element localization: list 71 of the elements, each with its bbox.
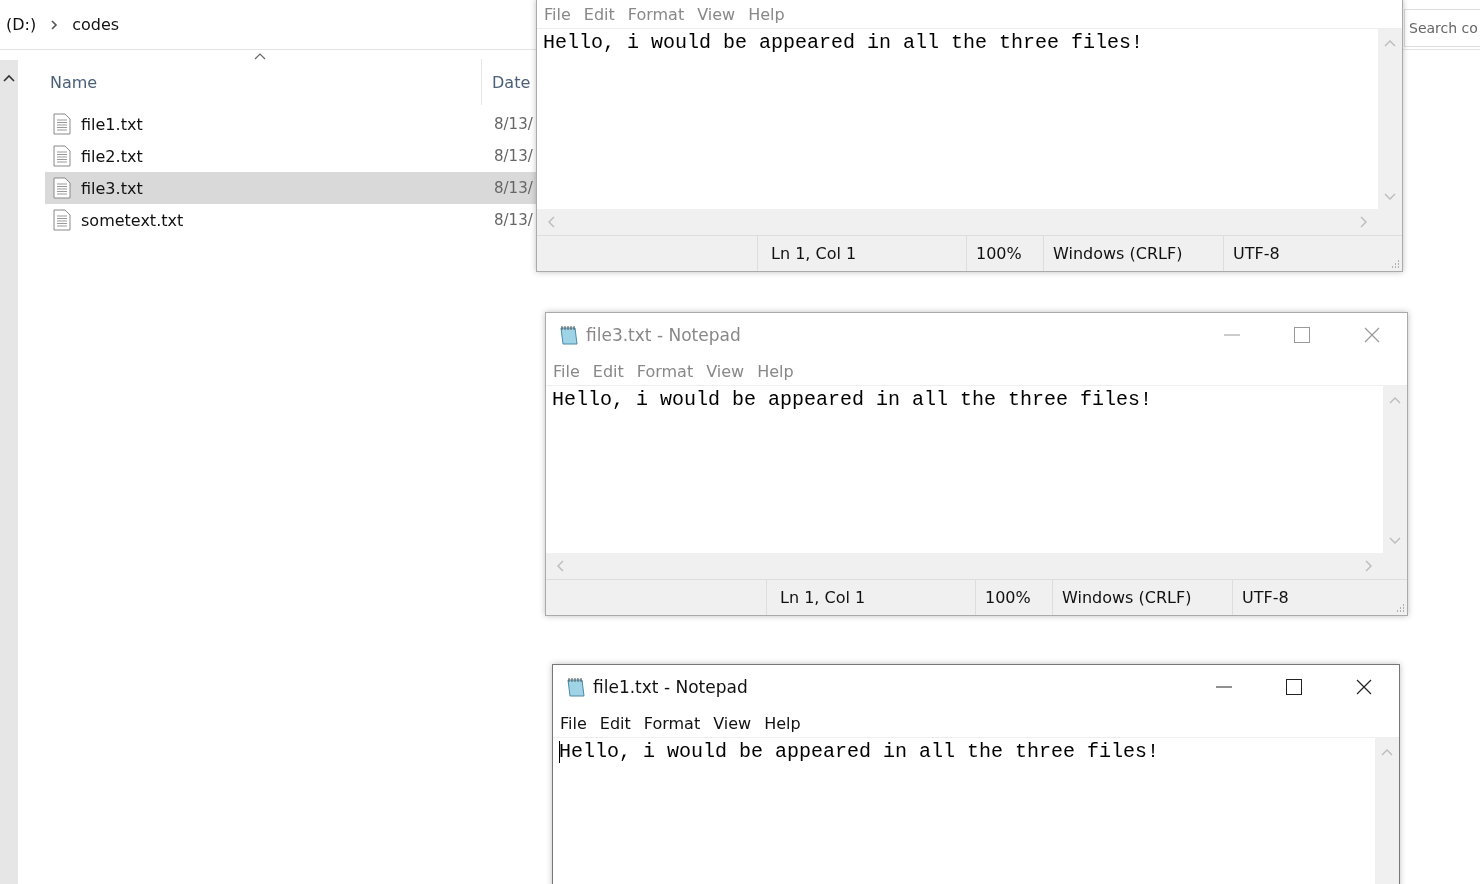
menu-item[interactable]: File: [560, 713, 587, 733]
file-date: 8/13/: [493, 211, 533, 229]
chevron-up-icon: [1384, 39, 1396, 47]
text-file-icon: [53, 209, 71, 231]
file-date: 8/13/: [493, 115, 533, 133]
resize-grip-icon: [1395, 603, 1405, 613]
notepad-icon: [558, 324, 580, 346]
menu-item[interactable]: Help: [764, 713, 801, 733]
file-date: 8/13/: [493, 147, 533, 165]
chevron-right-icon: [1365, 560, 1373, 572]
menu-item[interactable]: Edit: [583, 4, 615, 24]
menu-item[interactable]: Help: [748, 4, 785, 24]
breadcrumb-item[interactable]: codes: [72, 15, 120, 34]
scrollbar[interactable]: [1378, 29, 1402, 209]
cursor-position: Ln 1, Col 1: [771, 244, 857, 263]
file-date: 8/13/: [493, 179, 533, 197]
file-row[interactable]: sometext.txt 8/13/: [45, 204, 540, 236]
line-ending: Windows (CRLF): [1053, 244, 1183, 263]
chevron-up-icon: [3, 74, 15, 82]
scrollbar[interactable]: [1375, 738, 1399, 884]
menu-item[interactable]: Edit: [592, 361, 624, 381]
encoding: UTF-8: [1242, 588, 1289, 607]
menu-item[interactable]: View: [706, 361, 745, 381]
column-header[interactable]: Name: [45, 72, 98, 92]
sort-caret-icon: [254, 53, 266, 60]
notepad-icon: [565, 676, 587, 698]
chevron-up-icon: [1381, 748, 1393, 756]
file-name: file3.txt: [81, 178, 143, 198]
chevron-left-icon: [556, 560, 564, 572]
chevron-down-icon: [1384, 193, 1396, 201]
menu-item[interactable]: Format: [636, 361, 694, 381]
text-file-icon: [53, 145, 71, 167]
line-ending: Windows (CRLF): [1062, 588, 1192, 607]
cursor-position: Ln 1, Col 1: [780, 588, 866, 607]
menu-item[interactable]: Help: [757, 361, 794, 381]
menu-item[interactable]: File: [553, 361, 580, 381]
window-title: file3.txt - Notepad: [586, 325, 741, 345]
close-icon: [1364, 327, 1380, 343]
close-icon: [1356, 679, 1372, 695]
menu-item[interactable]: View: [697, 4, 736, 24]
zoom-level: 100%: [976, 244, 1022, 263]
menu-item[interactable]: View: [713, 713, 752, 733]
chevron-left-icon: [547, 216, 555, 228]
minimize-icon: [1224, 334, 1240, 336]
chevron-right-icon: [1360, 216, 1368, 228]
file-name: file2.txt: [81, 146, 143, 166]
menu-item[interactable]: Format: [627, 4, 685, 24]
text-file-icon: [53, 113, 71, 135]
maximize-icon: [1294, 327, 1310, 343]
scrollbar[interactable]: [0, 60, 18, 884]
file-name: file1.txt: [81, 114, 143, 134]
chevron-down-icon: [1389, 537, 1401, 545]
text-file-icon: [53, 177, 71, 199]
file-row[interactable]: file2.txt 8/13/: [45, 140, 540, 172]
menu-item[interactable]: Format: [643, 713, 701, 733]
scrollbar[interactable]: [1383, 386, 1407, 553]
minimize-icon: [1216, 686, 1232, 688]
resize-grip-icon: [1390, 259, 1400, 269]
file-row[interactable]: file1.txt 8/13/: [45, 108, 540, 140]
window-title: file1.txt - Notepad: [593, 677, 748, 697]
maximize-icon: [1286, 679, 1302, 695]
menu-item[interactable]: File: [544, 4, 571, 24]
breadcrumb-item[interactable]: (D:): [6, 15, 37, 34]
column-header[interactable]: Date: [482, 72, 531, 92]
encoding: UTF-8: [1233, 244, 1280, 263]
menu-item[interactable]: Edit: [599, 713, 631, 733]
file-name: sometext.txt: [81, 210, 184, 230]
zoom-level: 100%: [985, 588, 1031, 607]
chevron-up-icon: [1389, 396, 1401, 404]
chevron-right-icon: [50, 19, 59, 30]
search-field[interactable]: Search co: [1404, 8, 1480, 47]
